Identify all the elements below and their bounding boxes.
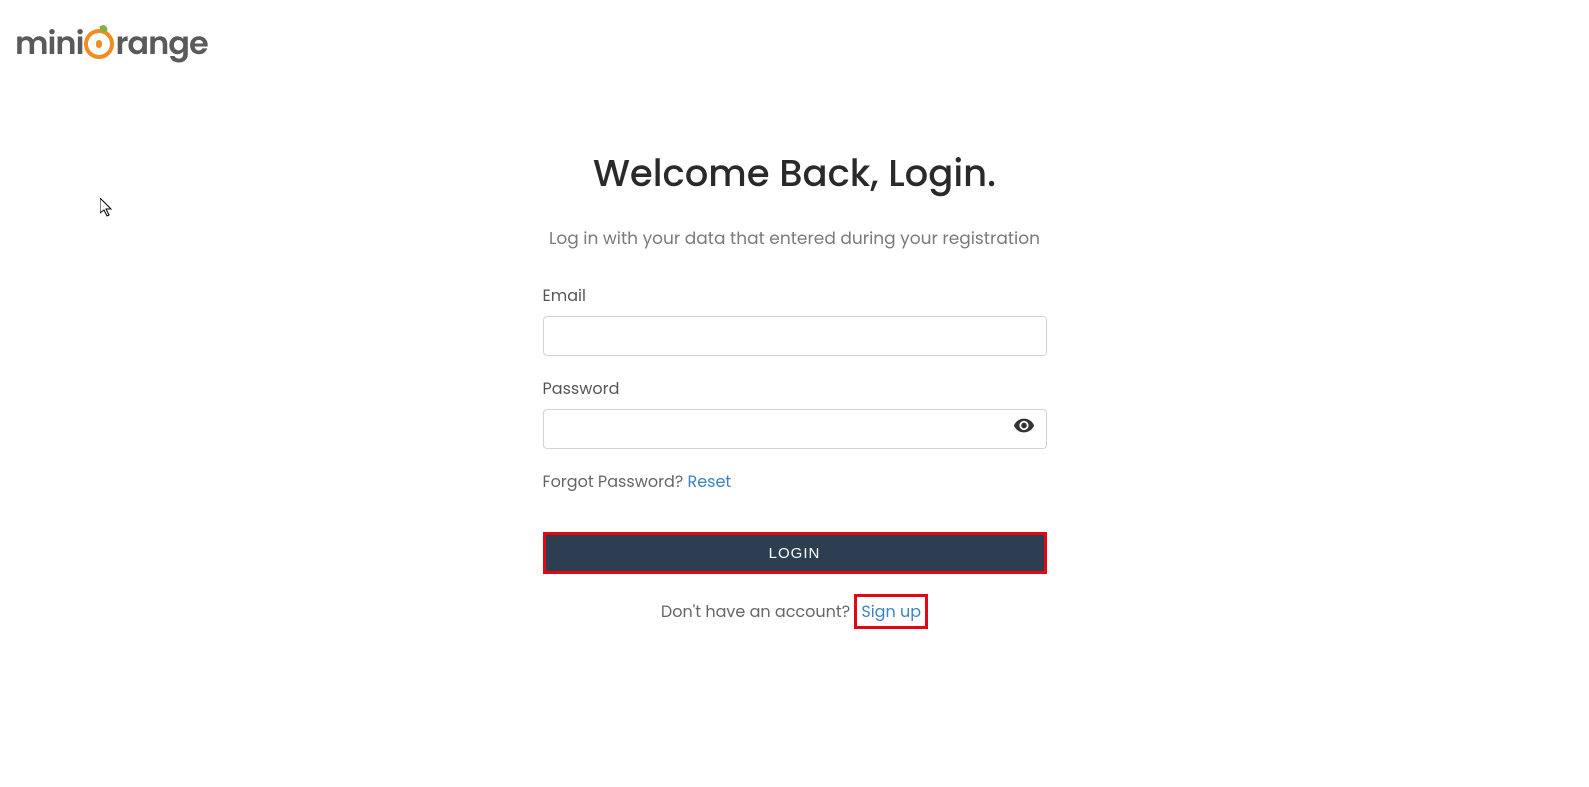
- signup-prompt: Don't have an account? Sign up: [543, 594, 1047, 629]
- logo-text-range: range: [115, 20, 207, 68]
- eye-icon[interactable]: [1013, 415, 1035, 444]
- logo-text-mini: mini: [15, 20, 83, 68]
- forgot-password-label: Forgot Password?: [543, 470, 688, 493]
- email-form-group: Email: [543, 283, 1047, 356]
- brand-logo: mini range: [15, 20, 208, 68]
- password-label: Password: [543, 376, 1047, 401]
- cursor-icon: [100, 198, 116, 225]
- page-title: Welcome Back, Login.: [543, 145, 1047, 201]
- password-input-wrapper: [543, 409, 1047, 449]
- login-button[interactable]: LOGIN: [543, 532, 1047, 574]
- no-account-label: Don't have an account?: [661, 600, 854, 623]
- password-input[interactable]: [543, 409, 1047, 449]
- email-input[interactable]: [543, 316, 1047, 356]
- forgot-password-text: Forgot Password? Reset: [543, 469, 1047, 494]
- email-label: Email: [543, 283, 1047, 308]
- logo-orange-icon: [84, 29, 114, 59]
- reset-link[interactable]: Reset: [688, 470, 732, 493]
- password-form-group: Password: [543, 376, 1047, 449]
- login-form-container: Welcome Back, Login. Log in with your da…: [543, 145, 1047, 629]
- signup-link[interactable]: Sign up: [854, 594, 928, 629]
- page-subtitle: Log in with your data that entered durin…: [543, 225, 1047, 251]
